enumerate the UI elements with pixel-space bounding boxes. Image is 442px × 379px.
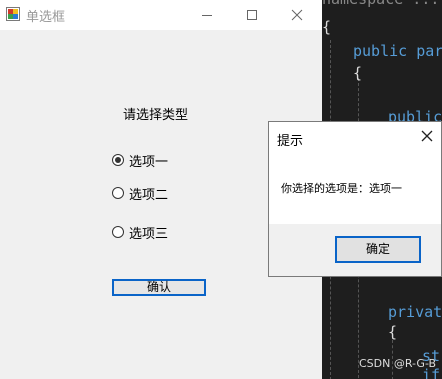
dialog-message: 你选择的选项是：选项一 [281,182,402,195]
confirm-button[interactable]: 确认 [112,279,206,296]
close-icon [421,130,433,142]
title-bar: 单选框 [0,0,322,30]
dialog-title: 提示 [277,134,304,149]
radio-label: 选项三 [129,226,169,242]
dialog-body: 你选择的选项是：选项一 [269,152,441,224]
dialog-ok-button[interactable]: 确定 [335,236,421,263]
dialog-close-button[interactable] [419,128,435,144]
window-title: 单选框 [26,10,66,25]
maximize-button[interactable] [229,0,275,30]
watermark: CSDN @R-G-B [359,357,437,370]
minimize-icon [202,15,212,16]
radio-label: 选项一 [129,154,169,170]
close-icon [291,9,303,21]
code-line: { [322,18,332,36]
close-button[interactable] [274,0,320,30]
dialog-title-bar: 提示 [269,122,441,152]
code-line: { [353,64,363,82]
code-line: public par [353,42,442,60]
radio-unchecked-icon [112,226,124,238]
prompt-label: 请选择类型 [123,108,189,123]
minimize-button[interactable] [184,0,230,30]
radio-option-3[interactable]: 选项三 [112,224,169,242]
code-line: { [388,323,398,341]
message-dialog: 提示 你选择的选项是：选项一 确定 [268,121,442,277]
maximize-icon [247,10,257,20]
radio-option-1[interactable]: 选项一 [112,152,169,170]
radio-label: 选项二 [129,187,169,203]
radio-option-2[interactable]: 选项二 [112,185,169,203]
code-line: private [388,303,442,321]
app-icon [6,7,20,21]
radio-checked-icon [112,154,124,166]
radio-unchecked-icon [112,187,124,199]
